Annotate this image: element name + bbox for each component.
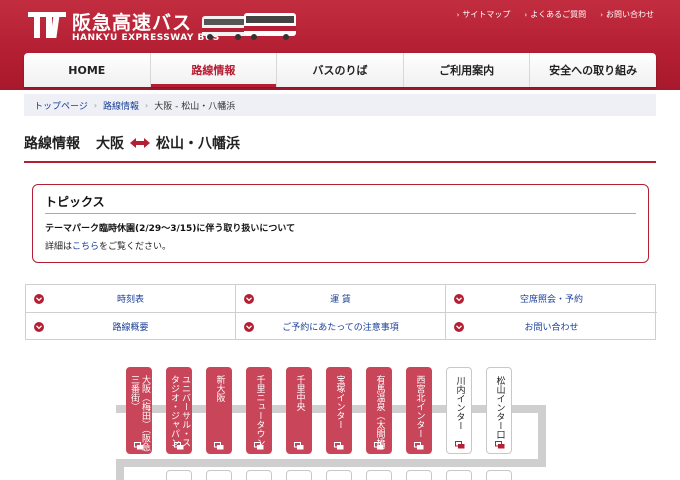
window-icon	[254, 442, 264, 450]
window-icon	[334, 442, 344, 450]
logo-en-text[interactable]: HANKYU EXPRESSWAY BUS	[72, 33, 220, 43]
bus-stop[interactable]: 千里中央	[286, 367, 312, 454]
bus-stop[interactable]: 宝塚インター	[326, 367, 352, 454]
bus-stop-name: 松山インター口	[494, 376, 505, 439]
bus-stop-name: 川内インター	[454, 376, 465, 430]
breadcrumb: トップページ › 路線情報 › 大阪 - 松山・八幡浜	[24, 94, 656, 116]
bus-stop-name: 千里ニュータウン	[254, 375, 265, 447]
window-icon	[455, 441, 465, 449]
chevron-right-icon: ›	[145, 100, 149, 110]
window-icon	[174, 442, 184, 450]
stop-second-row[interactable]	[446, 470, 472, 480]
window-icon	[134, 442, 144, 450]
bus-stop[interactable]: 西宮北インター	[406, 367, 432, 454]
chevron-right-icon: ›	[93, 100, 98, 110]
bus-stop-name: 宝塚インター	[334, 375, 345, 429]
nav-route-info[interactable]: 路線情報	[150, 53, 278, 87]
stop-second-row[interactable]	[206, 470, 232, 480]
stop-second-row[interactable]	[406, 470, 432, 480]
chevron-down-circle-icon	[34, 321, 44, 332]
hankyu-logo-icon[interactable]	[28, 12, 66, 38]
bus-stop[interactable]: 松山インター口	[486, 367, 512, 454]
breadcrumb-top[interactable]: トップページ	[34, 99, 88, 112]
route-track-middle	[116, 459, 546, 467]
route-track-right	[538, 405, 546, 467]
chevron-right-icon: ›	[456, 11, 460, 19]
breadcrumb-current: 大阪 - 松山・八幡浜	[154, 101, 236, 112]
window-icon	[374, 442, 384, 450]
breadcrumb-route-info[interactable]: 路線情報	[103, 99, 139, 112]
page-title-label: 路線情報	[24, 136, 80, 152]
window-icon	[414, 442, 424, 450]
menu-fare[interactable]: 運 賃	[236, 285, 446, 313]
window-icon	[214, 442, 224, 450]
chevron-right-icon: ›	[600, 11, 603, 19]
route-menu-grid: 時刻表 運 賃 空席照会・予約 路線概要 ご予約にあたっての注意事項 お問い合わ…	[25, 284, 657, 340]
bus-stop[interactable]: ユニバーサル・スタジオ・ジャパン	[166, 367, 192, 454]
topics-detail: 詳細はこちらをご覧ください。	[45, 242, 172, 252]
bus-stop[interactable]: 川内インター	[446, 367, 472, 454]
stop-second-row[interactable]	[366, 470, 392, 480]
bus-stop[interactable]: 新大阪	[206, 367, 232, 454]
nav-safety[interactable]: 安全への取り組み	[530, 53, 656, 87]
bus-stop[interactable]: 千里ニュータウン	[246, 367, 272, 454]
nav-bus-stops[interactable]: バスのりば	[277, 53, 404, 87]
window-icon	[495, 441, 505, 449]
route-origin: 大阪	[96, 136, 124, 152]
bus-stop-name: 千里中央	[294, 375, 305, 411]
chevron-down-circle-icon	[34, 293, 44, 304]
chevron-down-circle-icon	[244, 321, 254, 332]
nav-usage-guide[interactable]: ご利用案内	[404, 53, 531, 87]
window-icon	[294, 442, 304, 450]
chevron-down-circle-icon	[454, 321, 464, 332]
stop-second-row[interactable]	[286, 470, 312, 480]
chevron-down-circle-icon	[454, 293, 464, 304]
bus-stop-name: 新大阪	[214, 375, 225, 402]
bidirectional-arrow-icon	[130, 138, 150, 148]
bus-stop[interactable]: 有馬温泉（太閤橋）	[366, 367, 392, 456]
route-stops-diagram: 大阪（梅田）（阪急三番街） ユニバーサル・スタジオ・ジャパン 新大阪 千里ニュータウン…	[0, 350, 680, 480]
nav-home[interactable]: HOME	[24, 53, 151, 87]
menu-timetable[interactable]: 時刻表	[26, 285, 236, 313]
contact-link[interactable]: › お問い合わせ	[600, 9, 654, 20]
page-title: 路線情報 大阪 松山・八幡浜	[24, 133, 656, 163]
logo-jp-text[interactable]: 阪急高速バス	[72, 8, 192, 35]
bus-stop-name: 西宮北インター	[414, 375, 425, 438]
menu-contact[interactable]: お問い合わせ	[446, 313, 657, 340]
route-destination: 松山・八幡浜	[156, 136, 240, 152]
chevron-right-icon: ›	[524, 11, 528, 19]
stop-second-row[interactable]	[326, 470, 352, 480]
sitemap-link[interactable]: › サイトマップ	[457, 9, 511, 20]
topics-heading: トピックス	[45, 193, 636, 214]
topics-notice: テーマパーク臨時休園(2/29〜3/15)に伴う取り扱いについて	[45, 224, 296, 234]
stop-second-row[interactable]	[166, 470, 192, 480]
route-track-left	[116, 459, 124, 480]
stop-second-row[interactable]	[246, 470, 272, 480]
utility-links: › サイトマップ › よくあるご質問 › お問い合わせ	[457, 9, 654, 20]
stop-second-row[interactable]	[486, 470, 512, 480]
bus-stop[interactable]: 大阪（梅田）（阪急三番街）	[126, 367, 152, 454]
main-nav: HOME 路線情報 バスのりば ご利用案内 安全への取り組み	[24, 53, 656, 87]
menu-booking-notes[interactable]: ご予約にあたっての注意事項	[236, 313, 446, 340]
faq-link[interactable]: › よくあるご質問	[524, 9, 586, 20]
topics-detail-link[interactable]: こちら	[72, 242, 99, 252]
chevron-down-circle-icon	[244, 293, 254, 304]
menu-seat-availability[interactable]: 空席照会・予約	[446, 285, 657, 313]
bus-illustration-icon	[202, 13, 296, 40]
topics-box: トピックス テーマパーク臨時休園(2/29〜3/15)に伴う取り扱いについて 詳…	[32, 184, 649, 263]
menu-route-overview[interactable]: 路線概要	[26, 313, 236, 340]
